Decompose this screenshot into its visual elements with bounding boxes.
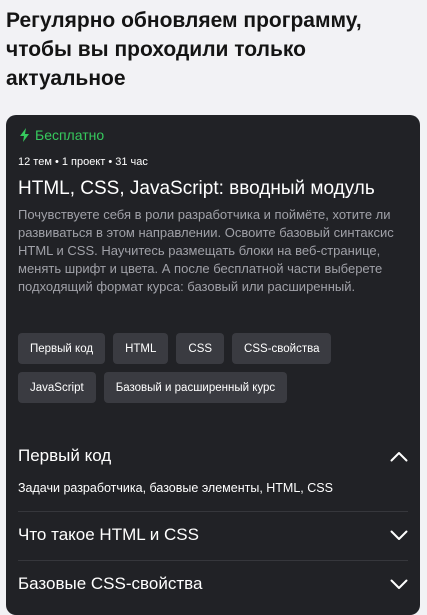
- accordion-item-first-code: Первый код Задачи разработчика, базовые …: [18, 446, 408, 495]
- free-badge: Бесплатно: [19, 127, 104, 143]
- accordion-header-first-code[interactable]: Первый код: [18, 446, 408, 466]
- chevron-up-icon[interactable]: [390, 451, 408, 462]
- accordion-header-css-properties[interactable]: Базовые CSS-свойства: [18, 574, 408, 594]
- tag-css: CSS: [176, 333, 225, 364]
- accordion-title: Базовые CSS-свойства: [18, 574, 203, 593]
- course-module-card: Бесплатно 12 тем • 1 проект • 31 час HTM…: [6, 115, 420, 615]
- tag-first-code: Первый код: [18, 333, 106, 364]
- section-heading: Регулярно обновляем программу, чтобы вы …: [6, 9, 362, 90]
- module-title: HTML, CSS, JavaScript: вводный модуль: [18, 178, 375, 199]
- module-description: Почувствуете себя в роли разработчика и …: [18, 207, 394, 294]
- lightning-icon: [19, 128, 30, 142]
- accordion-divider: [18, 511, 408, 512]
- tag-html: HTML: [113, 333, 169, 364]
- tag-basic-extended-course: Базовый и расширенный курс: [103, 372, 288, 403]
- free-badge-label: Бесплатно: [35, 127, 105, 143]
- module-meta: 12 тем • 1 проект • 31 час: [18, 156, 148, 168]
- chevron-down-icon[interactable]: [390, 579, 408, 590]
- accordion-content: Задачи разработчика, базовые элементы, H…: [18, 481, 333, 495]
- accordion-divider: [18, 560, 408, 561]
- topic-tags: Первый код HTML CSS CSS-свойства JavaScr…: [18, 333, 378, 403]
- chevron-down-icon[interactable]: [390, 530, 408, 541]
- accordion-title: Первый код: [18, 446, 112, 465]
- accordion-header-html-css[interactable]: Что такое HTML и CSS: [18, 525, 408, 545]
- tag-javascript: JavaScript: [18, 372, 96, 403]
- accordion-item-css-properties: Базовые CSS-свойства: [18, 574, 408, 594]
- tag-css-properties: CSS-свойства: [232, 333, 332, 364]
- accordion-title: Что такое HTML и CSS: [18, 525, 199, 544]
- accordion-item-html-css: Что такое HTML и CSS: [18, 525, 408, 545]
